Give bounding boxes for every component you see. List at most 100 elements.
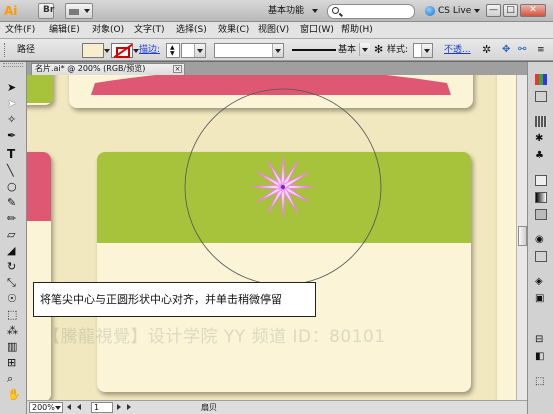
chevron-down-icon [104,49,110,53]
eyedropper-icon: ⌕ [7,372,14,385]
menu-help[interactable]: 帮助(H) [341,24,373,37]
line-tool[interactable]: ╲ [5,163,22,178]
menu-effect[interactable]: 效果(C) [218,24,249,37]
paintbrush-tool[interactable]: ✎ [5,195,22,210]
tools-panel-grip [3,63,23,67]
brush-stroke-preview [292,49,336,51]
pen-tool[interactable]: ✒ [5,128,22,143]
mesh-tool[interactable]: ⊞ [5,355,22,370]
document-setup-icon[interactable]: ⚯ [517,43,532,58]
blob-brush-icon: ◢ [7,244,16,257]
brushes-panel-icon[interactable]: ✱ [535,133,547,144]
chevron-down-icon [84,9,90,13]
ellipse-icon: ○ [7,180,17,193]
status-bar: 200% 1 扇贝 [27,400,527,414]
variable-width-profile-dropdown[interactable] [214,43,284,58]
close-tab-button[interactable]: × [173,65,182,73]
vertical-scrollbar[interactable] [516,75,527,400]
control-bar-menu-button[interactable]: ≡ [535,43,547,58]
align-panel-icon[interactable]: ⊟ [535,334,547,345]
chevron-down-icon [359,43,370,56]
close-window-button[interactable]: ✕ [520,4,546,17]
ellipse-tool[interactable]: ○ [5,179,22,194]
color-guide-icon[interactable] [535,91,547,102]
page-number-field[interactable]: 1 [91,402,113,413]
pencil-tool[interactable]: ✏ [5,211,22,226]
recolor-artwork-icon[interactable]: ✲ [480,43,495,58]
menu-window[interactable]: 窗口(W) [300,24,334,37]
swatches-panel-icon[interactable] [535,116,547,127]
stroke-weight-dropdown[interactable] [181,43,206,58]
card-top-arc [91,75,451,95]
isolate-group-icon[interactable]: ✥ [500,43,515,58]
paintbrush-icon: ✎ [7,196,17,209]
fill-color-swatch[interactable] [82,43,110,58]
brush-definition[interactable]: 基本 [290,43,370,58]
eraser-tool[interactable]: ▱ [5,227,22,242]
bridge-button[interactable]: Br [38,3,54,19]
panel-grip [4,43,7,57]
zoom-level-field[interactable]: 200% [29,402,63,413]
prev-page-icon[interactable] [77,404,81,410]
style-options-icon[interactable]: ✻ [372,43,387,58]
free-transform-icon: ⬚ [7,308,18,321]
maximize-button[interactable]: □ [503,4,518,17]
stroke-weight-stepper[interactable]: ▲ ▼ [166,43,180,58]
stroke-color-swatch[interactable] [111,43,139,58]
stroke-panel-link[interactable]: 描边: [139,44,160,56]
menu-view[interactable]: 视图(V) [258,24,289,37]
arrange-documents-button[interactable] [65,3,93,19]
gradient-panel-icon[interactable] [535,192,547,203]
search-input[interactable] [344,6,412,18]
workspace-switcher[interactable]: 基本功能 [262,4,320,19]
chevron-down-icon [474,8,481,13]
blob-brush-tool[interactable]: ◢ [5,243,22,258]
workspace-label: 基本功能 [268,6,305,16]
eraser-icon: ▱ [7,228,16,241]
selection-tool[interactable]: ➤ [5,80,22,95]
scale-tool[interactable]: ⤡ [5,275,22,290]
type-tool[interactable]: T [5,147,22,162]
hand-tool[interactable]: ✋ [5,387,22,402]
style-label: 样式: [387,45,409,55]
menu-file[interactable]: 文件(F) [5,24,35,37]
graph-tool[interactable]: ▥ [5,339,22,354]
transparency-panel-icon[interactable] [535,209,547,220]
transform-panel-icon[interactable]: ⬚ [535,376,547,387]
first-page-icon[interactable] [67,404,71,410]
symbol-sprayer-tool[interactable]: ⁂ [5,323,22,338]
scrollbar-thumb[interactable] [518,226,527,246]
menu-type[interactable]: 文字(T) [134,24,165,37]
document-tab-title: 名片.ai* @ 200% (RGB/预览) [35,64,146,73]
eyedropper-tool[interactable]: ⌕ [5,371,22,386]
rotate-tool[interactable]: ↻ [5,259,22,274]
recolor-icon: ✲ [482,43,492,56]
brush-dropdown[interactable] [358,43,370,58]
search-box[interactable] [327,4,415,19]
graphic-style-dropdown[interactable] [413,43,433,58]
free-transform-tool[interactable]: ⬚ [5,307,22,322]
cs-live-button[interactable]: CS Live [425,5,481,18]
warp-tool[interactable]: ☉ [5,291,22,306]
next-page-icon[interactable] [117,404,121,410]
instruction-caption: 将笔尖中心与正圆形状中心对齐，并单击稍微停留 [33,282,316,317]
magic-wand-tool[interactable]: ✧ [5,112,22,127]
graphic-styles-panel-icon[interactable] [535,251,547,262]
menu-edit[interactable]: 编辑(E) [49,24,80,37]
stroke-panel-icon[interactable] [535,175,547,186]
artboard-canvas[interactable] [27,75,527,400]
menu-select[interactable]: 选择(S) [176,24,207,37]
artboards-panel-icon[interactable]: ▣ [535,293,547,304]
color-panel-icon[interactable] [535,74,547,85]
document-tab[interactable]: 名片.ai* @ 200% (RGB/预览) × [31,63,185,75]
chevron-down-icon [312,9,318,13]
layers-panel-icon[interactable]: ◈ [535,276,547,287]
last-page-icon[interactable] [127,404,131,410]
opacity-panel-link[interactable]: 不透... [444,44,471,56]
menu-object[interactable]: 对象(O) [92,24,124,37]
direct-selection-tool[interactable]: ➤ [5,96,22,111]
minimize-button[interactable]: — [486,4,501,17]
symbols-panel-icon[interactable]: ♣ [535,150,547,161]
appearance-panel-icon[interactable]: ◉ [535,234,547,245]
pathfinder-panel-icon[interactable]: ◧ [535,351,547,362]
